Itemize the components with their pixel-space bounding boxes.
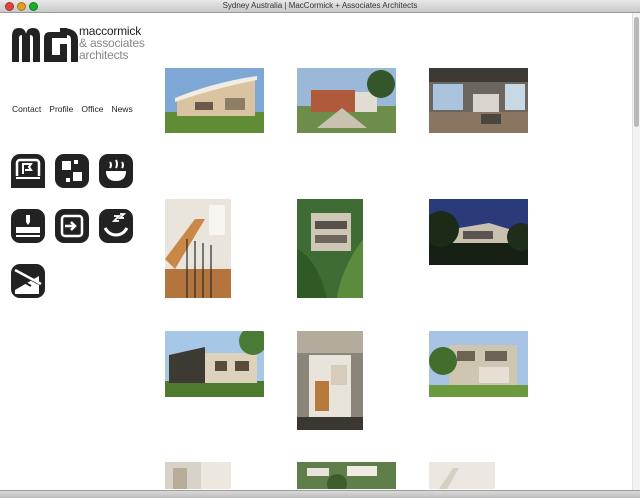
bowl-icon[interactable] xyxy=(99,154,133,188)
photo-image xyxy=(429,199,528,265)
photo-image xyxy=(165,331,264,397)
project-photo[interactable] xyxy=(165,199,231,298)
window-titlebar: Sydney Australia | MacCormick + Associat… xyxy=(0,0,640,13)
project-photo[interactable] xyxy=(429,68,528,133)
photo-image xyxy=(297,331,363,430)
scrollbar-thumb[interactable] xyxy=(634,17,639,127)
logo-wordmark: maccormick & associates architects xyxy=(79,25,145,61)
photo-image xyxy=(429,68,528,133)
nav-office[interactable]: Office xyxy=(81,104,103,114)
project-photo[interactable] xyxy=(297,462,396,489)
photo-image xyxy=(165,199,231,298)
main-nav: Contact Profile Office News xyxy=(12,104,133,114)
project-photo[interactable] xyxy=(165,331,264,397)
photo-image xyxy=(297,462,396,489)
stairs-icon[interactable] xyxy=(11,264,45,298)
window-bottom-bar xyxy=(0,490,640,498)
ma-monogram-icon xyxy=(12,28,78,62)
sleep-icon[interactable] xyxy=(99,209,133,243)
nav-profile[interactable]: Profile xyxy=(49,104,73,114)
flag-icon[interactable] xyxy=(11,154,45,188)
project-photo[interactable] xyxy=(165,68,264,133)
project-photo[interactable] xyxy=(297,68,396,133)
logo-line-3: architects xyxy=(79,48,129,62)
project-photo[interactable] xyxy=(297,331,363,430)
window-title: Sydney Australia | MacCormick + Associat… xyxy=(222,1,418,10)
enter-icon[interactable] xyxy=(55,209,89,243)
photo-image xyxy=(429,462,495,489)
site-logo[interactable]: maccormick & associates architects xyxy=(12,25,152,65)
project-photo[interactable] xyxy=(297,199,363,298)
project-photo[interactable] xyxy=(429,331,528,397)
photo-image xyxy=(165,462,231,489)
photo-image xyxy=(429,331,528,397)
project-photo[interactable] xyxy=(165,462,231,489)
project-photo[interactable] xyxy=(429,199,528,265)
vertical-scrollbar[interactable] xyxy=(632,13,640,490)
photo-image xyxy=(165,68,264,133)
photo-image xyxy=(297,199,363,298)
plate-icon[interactable] xyxy=(11,209,45,243)
photo-image xyxy=(297,68,396,133)
nav-contact[interactable]: Contact xyxy=(12,104,41,114)
nav-news[interactable]: News xyxy=(111,104,132,114)
blocks-icon[interactable] xyxy=(55,154,89,188)
project-photo[interactable] xyxy=(429,462,495,489)
